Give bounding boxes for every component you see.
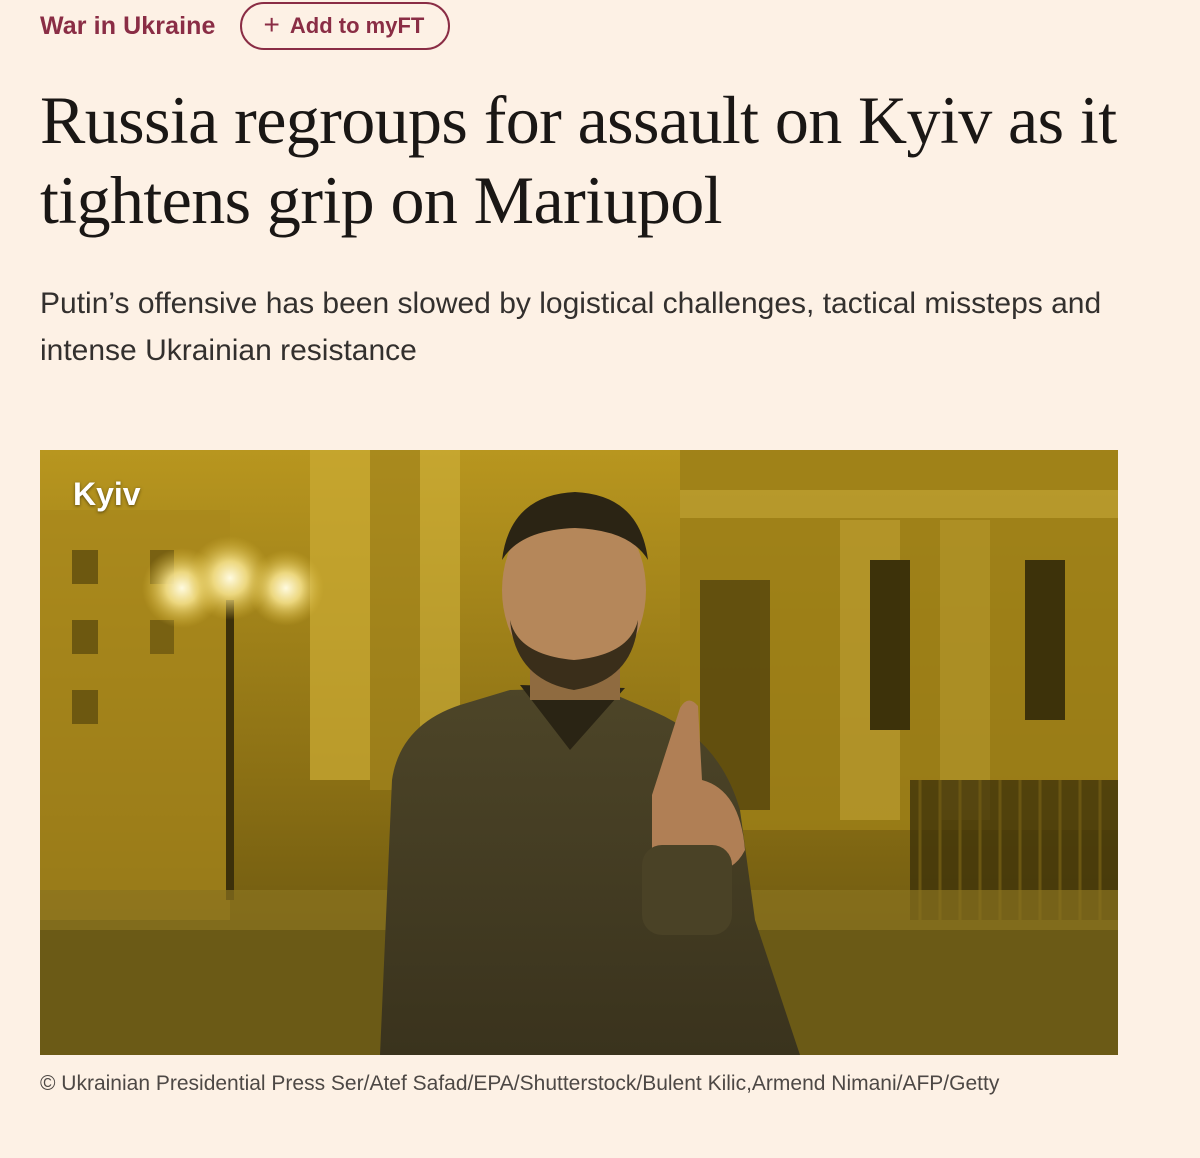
- image-caption: © Ukrainian Presidential Press Ser/Atef …: [40, 1072, 1000, 1095]
- article-headline: Russia regroups for assault on Kyiv as i…: [40, 82, 1117, 238]
- hero-video[interactable]: Kyiv: [40, 450, 1118, 1055]
- article-standfirst: Putin’s offensive has been slowed by log…: [40, 287, 1102, 367]
- plus-icon: +: [263, 8, 280, 40]
- location-tag: Kyiv: [73, 476, 141, 512]
- add-to-myft-label: Add to myFT: [289, 13, 425, 38]
- add-to-myft-button[interactable]: + Add to myFT: [239, 2, 451, 50]
- topic-bar: War in Ukraine + Add to myFT: [40, 0, 451, 52]
- topic-link[interactable]: War in Ukraine: [40, 12, 216, 41]
- hero-image: [40, 450, 1118, 1055]
